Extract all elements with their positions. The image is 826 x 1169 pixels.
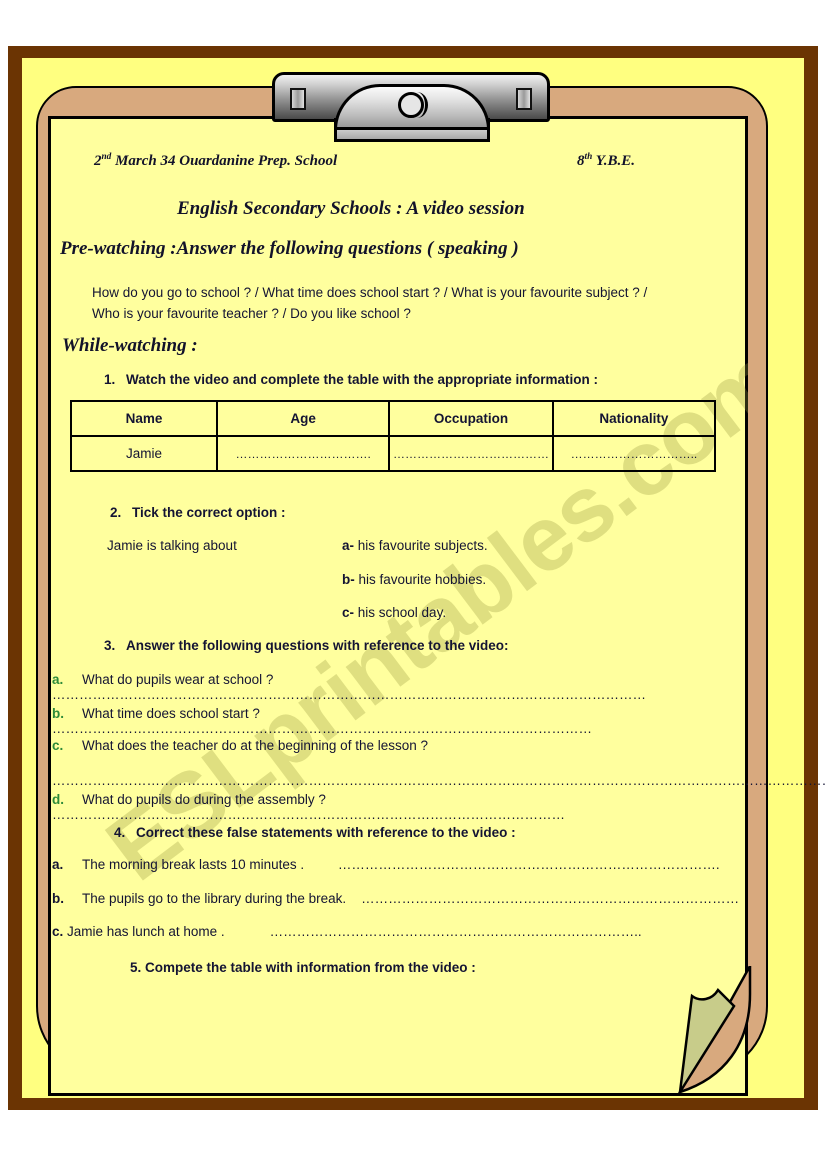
header-date-sup: nd (101, 152, 112, 162)
pre-watching-question-line-2: Who is your favourite teacher ? / Do you… (92, 306, 411, 321)
task-2-option-a[interactable]: a- his favourite subjects. (342, 538, 488, 553)
task-2-option-b-letter: b- (342, 572, 355, 587)
task-4-item-b-letter: b. (52, 891, 64, 906)
task-4-item-b[interactable]: b. The pupils go to the library during th… (52, 891, 744, 906)
task-3-item-c-text: What does the teacher do at the beginnin… (82, 738, 428, 753)
task-2-option-c-letter: c- (342, 605, 355, 620)
table-cell-occupation[interactable]: ………………………………… (388, 435, 554, 472)
task-3-item-d[interactable]: d. What do pupils do during the assembly … (52, 792, 744, 822)
task-4-item-a[interactable]: a. The morning break lasts 10 minutes . …… (52, 857, 744, 872)
table-header-name: Name (69, 400, 219, 437)
task-4-item-a-letter: a. (52, 857, 64, 872)
task-3-item-a-letter: a. (52, 672, 64, 687)
task-4-item-c-answer-line[interactable]: ……………………………………………………………………….. (270, 924, 642, 939)
task-3-item-c-answer-line[interactable]: …………………………………………………………………………………………………………… (52, 773, 826, 788)
task-3-text: Answer the following questions with refe… (126, 638, 509, 653)
while-watching-heading: While-watching : (62, 335, 198, 356)
header-level-num: 8 (577, 153, 585, 169)
task-2-option-c-text: his school day. (354, 605, 447, 620)
task-2-number: 2. (110, 505, 122, 520)
table-header-nationality: Nationality (551, 400, 717, 437)
task-3-item-a-text: What do pupils wear at school ? (82, 672, 274, 687)
task-2-text: Tick the correct option : (132, 505, 286, 520)
task-3-item-b-text: What time does school start ? (82, 706, 260, 721)
task-4-item-b-text: The pupils go to the library during the … (82, 891, 347, 906)
task-4-label: 4. Correct these false statements with re… (114, 825, 516, 840)
task-5-text: Compete the table with information from … (145, 960, 476, 975)
clip-slot-right-icon (516, 88, 532, 110)
header-date-school: 2nd March 34 Ouardanine Prep. School (94, 152, 337, 170)
table-header-occupation: Occupation (388, 400, 554, 437)
task-2-option-a-text: his favourite subjects. (354, 538, 488, 553)
table-header-age: Age (216, 400, 391, 437)
task-3-item-b-answer-line[interactable]: ………………………………………………………………………………………………………… (52, 721, 592, 736)
task-4-item-a-text: The morning break lasts 10 minutes . (82, 857, 305, 872)
task-2-option-a-letter: a- (342, 538, 355, 553)
task-2-option-c[interactable]: c- his school day. (342, 605, 446, 620)
task-4-item-c-text: Jamie has lunch at home . (67, 924, 225, 939)
pre-watching-heading: Pre-watching :Answer the following quest… (60, 238, 519, 259)
video-info-table: Name Age Occupation Nationality Jamie ……… (69, 400, 717, 472)
task-3-label: 3. Answer the following questions with re… (104, 638, 509, 653)
task-3-item-b[interactable]: b. What time does school start ? ……………………… (52, 706, 744, 736)
worksheet-title: English Secondary Schools : A video sess… (177, 198, 525, 219)
clip-hole-highlight-icon (406, 92, 428, 118)
task-4-item-c[interactable]: c. Jamie has lunch at home . ……………………………… (52, 924, 744, 939)
task-2-label: 2. Tick the correct option : (110, 505, 286, 520)
table-cell-age[interactable]: ……………………………. (216, 435, 391, 472)
task-4-text: Correct these false statements with refe… (136, 825, 516, 840)
pre-watching-questions: How do you go to school ? / What time do… (92, 282, 732, 324)
task-4-number: 4. (114, 825, 126, 840)
pre-watching-question-line-1: How do you go to school ? / What time do… (92, 285, 648, 300)
task-3-item-d-answer-line[interactable]: …………………………………………………………………………………………………… (52, 807, 565, 822)
task-2-option-b-text: his favourite hobbies. (354, 572, 487, 587)
table-header-row: Name Age Occupation Nationality (69, 400, 717, 437)
table-row: Jamie ……………………………. ………………………………… …………………… (69, 435, 717, 472)
task-1-label: 1. Watch the video and complete the table… (104, 372, 598, 387)
task-3-item-c-letter: c. (52, 738, 64, 753)
clip-slot-left-icon (290, 88, 306, 110)
task-5-number: 5. (130, 960, 142, 975)
task-4-item-a-answer-line[interactable]: …………………………………………………………………………. (338, 857, 720, 872)
task-5-label: 5. Compete the table with information fr… (130, 960, 476, 975)
task-4-item-c-letter: c. (52, 924, 64, 939)
header-date-num: 2 (94, 153, 102, 169)
worksheet-content: 2nd March 34 Ouardanine Prep. School 8th… (52, 120, 826, 1092)
header-level-text: Y.B.E. (592, 153, 636, 169)
table-cell-name: Jamie (69, 435, 219, 472)
task-3-item-c: c. What does the teacher do at the beginn… (52, 738, 744, 753)
task-3-item-a[interactable]: a. What do pupils wear at school ? ………………… (52, 672, 744, 702)
task-3-item-b-letter: b. (52, 706, 64, 721)
task-3-item-d-letter: d. (52, 792, 64, 807)
task-1-number: 1. (104, 372, 116, 387)
task-3-item-d-text: What do pupils do during the assembly ? (82, 792, 326, 807)
task-2-option-b[interactable]: b- his favourite hobbies. (342, 572, 486, 587)
worksheet-screenshot: ESLprintables.com 2nd March 34 Ouardanin… (0, 0, 826, 1169)
task-4-item-b-answer-line[interactable]: ………………………………………………………………………… (361, 891, 739, 906)
task-2-stem: Jamie is talking about (107, 538, 237, 553)
header-school-name: March 34 Ouardanine Prep. School (111, 153, 338, 169)
task-3-item-a-answer-line[interactable]: …………………………………………………………………………………………………………… (52, 687, 646, 702)
task-3-number: 3. (104, 638, 116, 653)
header-level: 8th Y.B.E. (577, 152, 635, 170)
table-cell-nationality[interactable]: ………………………….. (551, 435, 717, 472)
task-3-item-c-answer-row[interactable]: …………………………………………………………………………………………………………… (52, 758, 826, 788)
task-1-text: Watch the video and complete the table w… (126, 372, 599, 387)
